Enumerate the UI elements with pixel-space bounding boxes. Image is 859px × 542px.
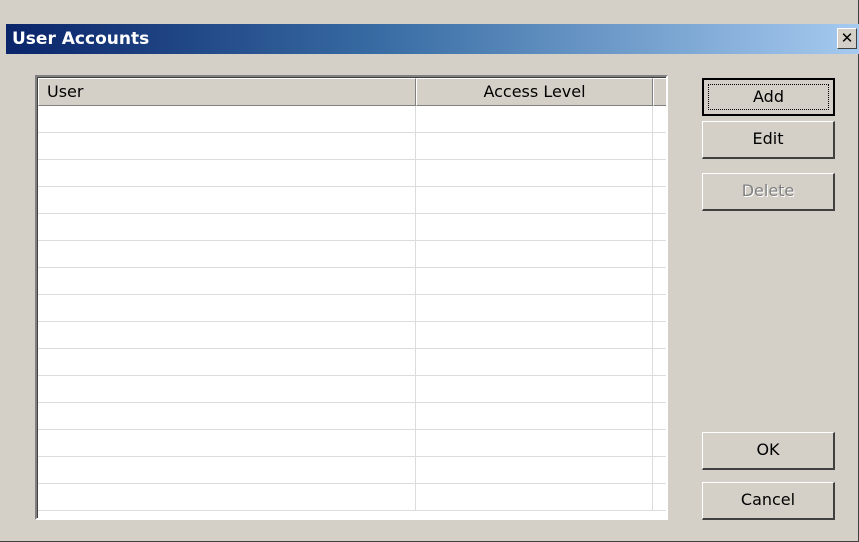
cell-user bbox=[38, 214, 416, 240]
list-row[interactable] bbox=[38, 457, 666, 484]
list-row[interactable] bbox=[38, 214, 666, 241]
list-row[interactable] bbox=[38, 160, 666, 187]
cell-access-level bbox=[416, 403, 653, 429]
cell-access-level bbox=[416, 268, 653, 294]
cell-user bbox=[38, 295, 416, 321]
edit-button[interactable]: Edit bbox=[702, 121, 835, 159]
list-row[interactable] bbox=[38, 295, 666, 322]
list-row[interactable] bbox=[38, 403, 666, 430]
cell-access-level bbox=[416, 295, 653, 321]
cell-user bbox=[38, 241, 416, 267]
list-row[interactable] bbox=[38, 106, 666, 133]
cell-access-level bbox=[416, 484, 653, 510]
cell-access-level bbox=[416, 349, 653, 375]
add-button[interactable]: Add bbox=[702, 78, 835, 116]
cell-access-level bbox=[416, 133, 653, 159]
cell-user bbox=[38, 268, 416, 294]
cell-access-level bbox=[416, 322, 653, 348]
cell-access-level bbox=[416, 160, 653, 186]
cell-user bbox=[38, 106, 416, 132]
cell-user bbox=[38, 403, 416, 429]
title-bar: User Accounts ✕ bbox=[6, 24, 859, 54]
cancel-button[interactable]: Cancel bbox=[702, 482, 835, 520]
cell-access-level bbox=[416, 214, 653, 240]
cell-access-level bbox=[416, 241, 653, 267]
cell-access-level bbox=[416, 376, 653, 402]
list-header: User Access Level bbox=[38, 78, 666, 106]
cell-user bbox=[38, 484, 416, 510]
list-row[interactable] bbox=[38, 241, 666, 268]
list-row[interactable] bbox=[38, 376, 666, 403]
list-row[interactable] bbox=[38, 322, 666, 349]
cell-user bbox=[38, 322, 416, 348]
close-icon: ✕ bbox=[840, 29, 854, 47]
cell-user bbox=[38, 457, 416, 483]
cell-user bbox=[38, 160, 416, 186]
delete-button[interactable]: Delete bbox=[702, 173, 835, 211]
window-title: User Accounts bbox=[12, 29, 150, 49]
cell-user bbox=[38, 376, 416, 402]
user-accounts-dialog: User Accounts ✕ User Access Level Add Ed… bbox=[0, 0, 859, 542]
cell-access-level bbox=[416, 187, 653, 213]
list-row[interactable] bbox=[38, 268, 666, 295]
cell-access-level bbox=[416, 430, 653, 456]
user-list[interactable]: User Access Level bbox=[35, 75, 668, 520]
cell-user bbox=[38, 187, 416, 213]
cell-user bbox=[38, 133, 416, 159]
cell-access-level bbox=[416, 457, 653, 483]
column-header-access-level[interactable]: Access Level bbox=[416, 78, 653, 106]
list-row[interactable] bbox=[38, 430, 666, 457]
list-row[interactable] bbox=[38, 133, 666, 160]
column-header-filler bbox=[653, 78, 666, 106]
list-row[interactable] bbox=[38, 349, 666, 376]
close-button[interactable]: ✕ bbox=[837, 28, 857, 49]
list-row[interactable] bbox=[38, 484, 666, 511]
cell-access-level bbox=[416, 106, 653, 132]
list-rows bbox=[38, 106, 666, 511]
list-row[interactable] bbox=[38, 187, 666, 214]
column-header-user[interactable]: User bbox=[38, 78, 416, 106]
cell-user bbox=[38, 349, 416, 375]
ok-button[interactable]: OK bbox=[702, 432, 835, 470]
cell-user bbox=[38, 430, 416, 456]
